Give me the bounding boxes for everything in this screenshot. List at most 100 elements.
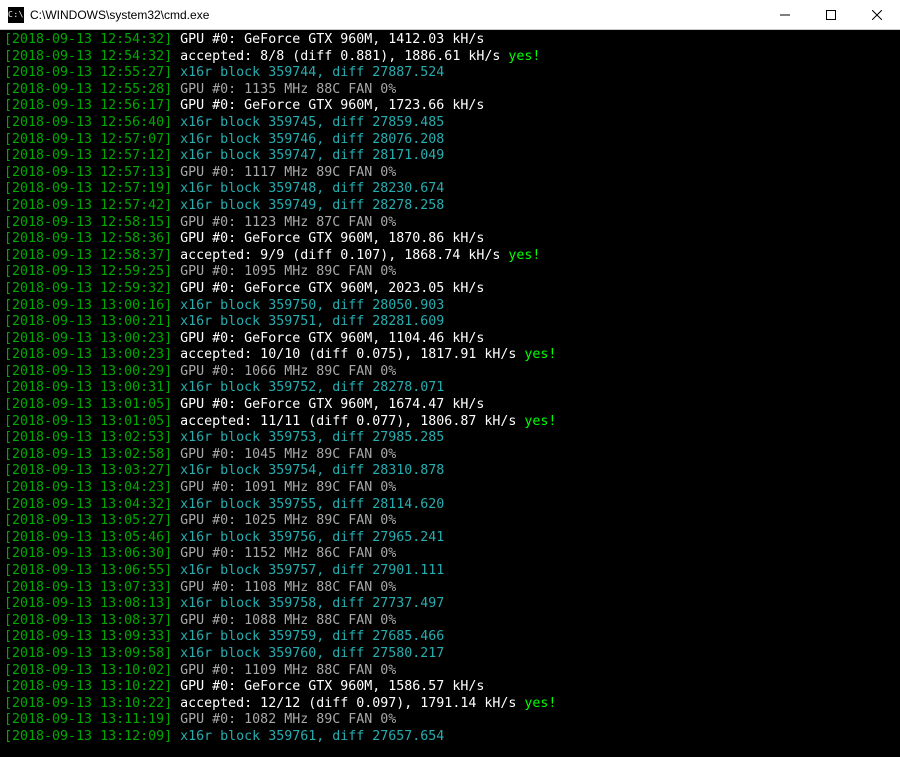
log-line: [2018-09-13 12:56:17] GPU #0: GeForce GT…: [4, 98, 896, 115]
log-message: GPU #0: GeForce GTX 960M, 1870.86 kH/s: [172, 231, 484, 246]
log-message: GPU #0: 1088 MHz 88C FAN 0%: [172, 613, 396, 628]
log-line: [2018-09-13 13:10:02] GPU #0: 1109 MHz 8…: [4, 663, 896, 680]
log-message: GPU #0: 1091 MHz 89C FAN 0%: [172, 480, 396, 495]
timestamp: [2018-09-13 12:57:13]: [4, 165, 172, 180]
log-message: GPU #0: GeForce GTX 960M, 1412.03 kH/s: [172, 32, 484, 47]
accepted-indicator: yes!: [524, 696, 556, 711]
timestamp: [2018-09-13 13:00:21]: [4, 314, 172, 329]
timestamp: [2018-09-13 13:06:55]: [4, 563, 172, 578]
log-message: accepted: 8/8 (diff 0.881), 1886.61 kH/s: [172, 49, 508, 64]
log-line: [2018-09-13 12:55:27] x16r block 359744,…: [4, 65, 896, 82]
log-line: [2018-09-13 12:58:37] accepted: 9/9 (dif…: [4, 248, 896, 265]
timestamp: [2018-09-13 12:59:32]: [4, 281, 172, 296]
log-message: accepted: 9/9 (diff 0.107), 1868.74 kH/s: [172, 248, 508, 263]
log-message: GPU #0: 1108 MHz 88C FAN 0%: [172, 580, 396, 595]
timestamp: [2018-09-13 12:58:15]: [4, 215, 172, 230]
log-message: x16r block 359754, diff 28310.878: [172, 463, 444, 478]
log-message: x16r block 359751, diff 28281.609: [172, 314, 444, 329]
timestamp: [2018-09-13 12:56:17]: [4, 98, 172, 113]
log-line: [2018-09-13 12:59:25] GPU #0: 1095 MHz 8…: [4, 264, 896, 281]
accepted-indicator: yes!: [508, 49, 540, 64]
timestamp: [2018-09-13 13:00:23]: [4, 347, 172, 362]
log-message: GPU #0: 1095 MHz 89C FAN 0%: [172, 264, 396, 279]
log-message: GPU #0: GeForce GTX 960M, 1586.57 kH/s: [172, 679, 484, 694]
log-message: x16r block 359753, diff 27985.285: [172, 430, 444, 445]
timestamp: [2018-09-13 13:00:31]: [4, 380, 172, 395]
log-line: [2018-09-13 12:58:15] GPU #0: 1123 MHz 8…: [4, 215, 896, 232]
log-line: [2018-09-13 12:57:42] x16r block 359749,…: [4, 198, 896, 215]
log-line: [2018-09-13 12:56:40] x16r block 359745,…: [4, 115, 896, 132]
log-message: x16r block 359757, diff 27901.111: [172, 563, 444, 578]
log-line: [2018-09-13 13:12:09] x16r block 359761,…: [4, 729, 896, 746]
log-message: GPU #0: GeForce GTX 960M, 1723.66 kH/s: [172, 98, 484, 113]
log-message: GPU #0: 1123 MHz 87C FAN 0%: [172, 215, 396, 230]
log-line: [2018-09-13 13:11:19] GPU #0: 1082 MHz 8…: [4, 712, 896, 729]
log-line: [2018-09-13 13:10:22] GPU #0: GeForce GT…: [4, 679, 896, 696]
log-line: [2018-09-13 13:00:23] GPU #0: GeForce GT…: [4, 331, 896, 348]
accepted-indicator: yes!: [524, 414, 556, 429]
log-message: GPU #0: 1045 MHz 89C FAN 0%: [172, 447, 396, 462]
log-message: x16r block 359752, diff 28278.071: [172, 380, 444, 395]
timestamp: [2018-09-13 12:58:37]: [4, 248, 172, 263]
timestamp: [2018-09-13 13:00:16]: [4, 298, 172, 313]
log-line: [2018-09-13 13:00:16] x16r block 359750,…: [4, 298, 896, 315]
timestamp: [2018-09-13 12:54:32]: [4, 32, 172, 47]
log-line: [2018-09-13 12:57:12] x16r block 359747,…: [4, 148, 896, 165]
timestamp: [2018-09-13 13:04:23]: [4, 480, 172, 495]
log-line: [2018-09-13 13:07:33] GPU #0: 1108 MHz 8…: [4, 580, 896, 597]
log-message: x16r block 359750, diff 28050.903: [172, 298, 444, 313]
log-line: [2018-09-13 12:54:32] accepted: 8/8 (dif…: [4, 49, 896, 66]
log-message: GPU #0: 1066 MHz 89C FAN 0%: [172, 364, 396, 379]
timestamp: [2018-09-13 13:02:58]: [4, 447, 172, 462]
log-message: x16r block 359749, diff 28278.258: [172, 198, 444, 213]
timestamp: [2018-09-13 13:04:32]: [4, 497, 172, 512]
timestamp: [2018-09-13 13:06:30]: [4, 546, 172, 561]
log-line: [2018-09-13 13:04:23] GPU #0: 1091 MHz 8…: [4, 480, 896, 497]
timestamp: [2018-09-13 13:02:53]: [4, 430, 172, 445]
titlebar[interactable]: C:\ C:\WINDOWS\system32\cmd.exe: [0, 0, 900, 30]
log-line: [2018-09-13 13:10:22] accepted: 12/12 (d…: [4, 696, 896, 713]
log-line: [2018-09-13 13:00:21] x16r block 359751,…: [4, 314, 896, 331]
timestamp: [2018-09-13 13:11:19]: [4, 712, 172, 727]
close-button[interactable]: [854, 0, 900, 30]
timestamp: [2018-09-13 13:00:29]: [4, 364, 172, 379]
maximize-button[interactable]: [808, 0, 854, 30]
log-line: [2018-09-13 13:03:27] x16r block 359754,…: [4, 463, 896, 480]
timestamp: [2018-09-13 13:05:46]: [4, 530, 172, 545]
log-line: [2018-09-13 13:05:27] GPU #0: 1025 MHz 8…: [4, 513, 896, 530]
log-message: accepted: 11/11 (diff 0.077), 1806.87 kH…: [172, 414, 524, 429]
log-message: GPU #0: 1109 MHz 88C FAN 0%: [172, 663, 396, 678]
log-line: [2018-09-13 13:02:53] x16r block 359753,…: [4, 430, 896, 447]
minimize-button[interactable]: [762, 0, 808, 30]
timestamp: [2018-09-13 12:56:40]: [4, 115, 172, 130]
timestamp: [2018-09-13 13:07:33]: [4, 580, 172, 595]
log-line: [2018-09-13 12:55:28] GPU #0: 1135 MHz 8…: [4, 82, 896, 99]
log-line: [2018-09-13 12:57:13] GPU #0: 1117 MHz 8…: [4, 165, 896, 182]
log-line: [2018-09-13 13:04:32] x16r block 359755,…: [4, 497, 896, 514]
log-message: GPU #0: 1135 MHz 88C FAN 0%: [172, 82, 396, 97]
log-line: [2018-09-13 13:00:29] GPU #0: 1066 MHz 8…: [4, 364, 896, 381]
log-message: x16r block 359746, diff 28076.208: [172, 132, 444, 147]
timestamp: [2018-09-13 12:55:28]: [4, 82, 172, 97]
log-message: GPU #0: 1152 MHz 86C FAN 0%: [172, 546, 396, 561]
timestamp: [2018-09-13 13:00:23]: [4, 331, 172, 346]
timestamp: [2018-09-13 13:05:27]: [4, 513, 172, 528]
console-output[interactable]: [2018-09-13 12:54:32] GPU #0: GeForce GT…: [0, 30, 900, 757]
log-line: [2018-09-13 13:05:46] x16r block 359756,…: [4, 530, 896, 547]
log-line: [2018-09-13 13:06:30] GPU #0: 1152 MHz 8…: [4, 546, 896, 563]
timestamp: [2018-09-13 13:09:58]: [4, 646, 172, 661]
log-line: [2018-09-13 13:01:05] accepted: 11/11 (d…: [4, 414, 896, 431]
log-message: x16r block 359758, diff 27737.497: [172, 596, 444, 611]
log-line: [2018-09-13 13:06:55] x16r block 359757,…: [4, 563, 896, 580]
log-line: [2018-09-13 13:08:13] x16r block 359758,…: [4, 596, 896, 613]
timestamp: [2018-09-13 13:10:22]: [4, 679, 172, 694]
log-message: x16r block 359759, diff 27685.466: [172, 629, 444, 644]
timestamp: [2018-09-13 13:01:05]: [4, 397, 172, 412]
timestamp: [2018-09-13 12:57:07]: [4, 132, 172, 147]
cmd-icon: C:\: [8, 7, 24, 23]
window-title: C:\WINDOWS\system32\cmd.exe: [30, 8, 209, 22]
log-line: [2018-09-13 13:00:23] accepted: 10/10 (d…: [4, 347, 896, 364]
log-message: x16r block 359745, diff 27859.485: [172, 115, 444, 130]
log-line: [2018-09-13 12:57:07] x16r block 359746,…: [4, 132, 896, 149]
timestamp: [2018-09-13 13:10:22]: [4, 696, 172, 711]
